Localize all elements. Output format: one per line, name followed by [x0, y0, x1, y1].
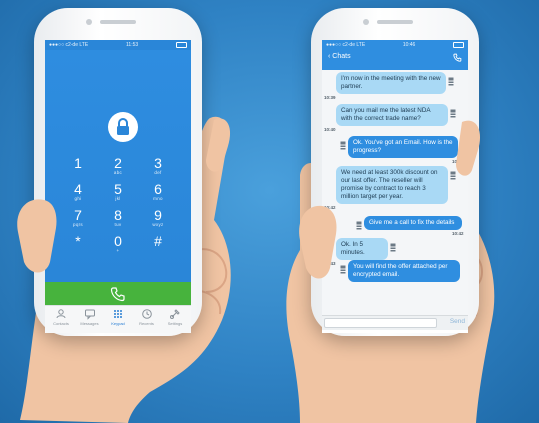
photo-scene: ●●●○○ c2-de LTE 11:53 1 2 abc 3 def 4 ghi 5 jkl 6…: [0, 0, 539, 423]
thumbs-overlay: [17, 118, 481, 279]
